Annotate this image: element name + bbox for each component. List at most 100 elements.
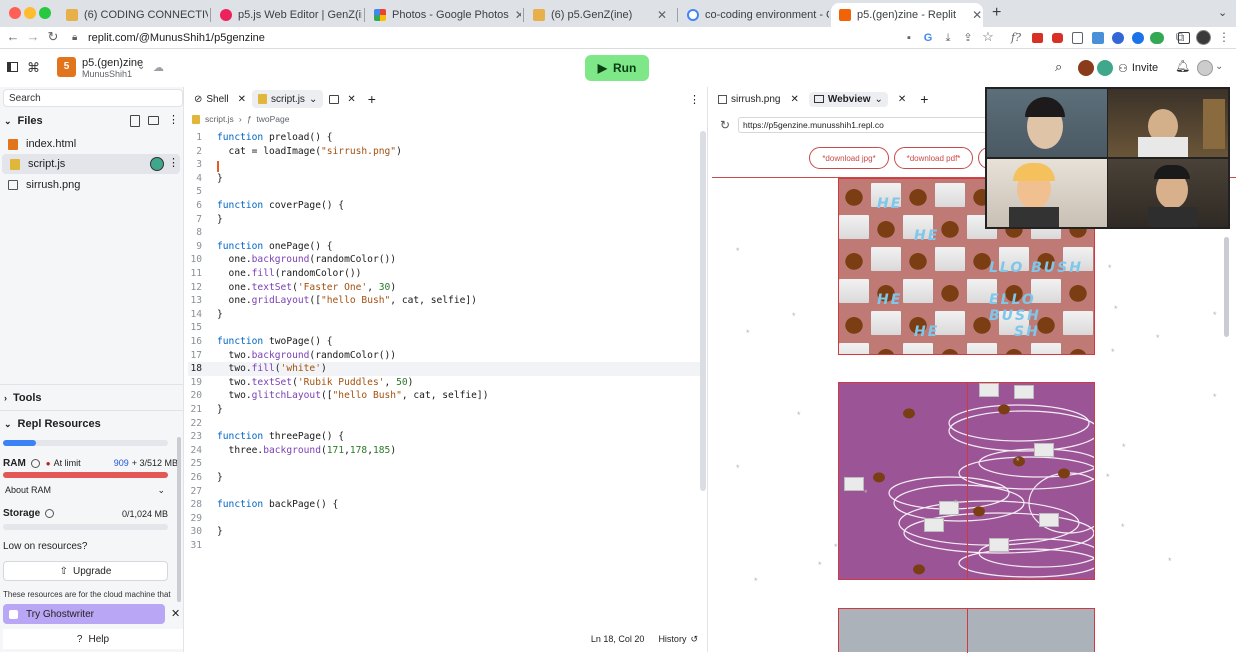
code-line[interactable]: 3: [188, 158, 700, 172]
ghostwriter-button[interactable]: Try Ghostwriter: [3, 604, 165, 624]
code-line[interactable]: 15: [188, 321, 700, 335]
new-tab-icon[interactable]: +: [920, 91, 928, 107]
extension-icon[interactable]: [1032, 33, 1043, 43]
chevron-down-icon[interactable]: ⌄: [137, 61, 145, 72]
bell-icon[interactable]: 🔔︎: [1175, 59, 1190, 73]
tab-sirrush-png[interactable]: sirrush.png ✕: [718, 94, 799, 105]
new-file-icon[interactable]: [130, 115, 140, 127]
code-line[interactable]: 7}: [188, 213, 700, 227]
close-window-icon[interactable]: [9, 7, 21, 19]
code-line[interactable]: 25: [188, 457, 700, 471]
search-icon[interactable]: ⌕: [1055, 59, 1062, 75]
circle-extension-icon[interactable]: [1132, 32, 1144, 44]
close-tab-icon[interactable]: ✕: [898, 94, 906, 105]
run-button[interactable]: ▶ Run: [585, 55, 649, 81]
forward-arrow-icon[interactable]: →: [26, 30, 40, 44]
new-tab-icon[interactable]: +: [368, 91, 376, 107]
code-line[interactable]: 23 function threePage() {: [188, 430, 700, 444]
replit-logo-icon[interactable]: ⌘: [27, 60, 40, 76]
editor-scrollbar[interactable]: [700, 131, 706, 491]
bookmark-star-icon[interactable]: ☆: [982, 30, 994, 44]
code-line[interactable]: 19 two.textSet('Rubik Puddles', 50): [188, 376, 700, 390]
chevron-down-icon[interactable]: ⌄: [1215, 61, 1223, 72]
profile-avatar[interactable]: [1196, 30, 1211, 45]
browser-tab[interactable]: (6) CODING CONNECTIVITY: A ✕: [58, 3, 208, 27]
new-tab-button[interactable]: +: [992, 4, 1001, 22]
participant-video[interactable]: [1108, 159, 1228, 227]
browser-tab-active[interactable]: p5.(gen)zine - Replit ✕: [831, 3, 983, 27]
sidebar-scrollbar[interactable]: [177, 437, 181, 602]
tab-list-chevron-icon[interactable]: ⌄: [1218, 6, 1227, 19]
code-line[interactable]: 8: [188, 226, 700, 240]
code-line[interactable]: 18 two.fill('white'): [188, 362, 700, 376]
download-jpg-button[interactable]: *download jpg*: [809, 147, 889, 169]
about-ram-toggle[interactable]: About RAM ⌄: [5, 485, 165, 496]
browser-tab[interactable]: p5.js Web Editor | GenZ(ine) - .. ✕: [212, 3, 362, 27]
code-line[interactable]: 10 one.background(randomColor()): [188, 253, 700, 267]
tab-webview[interactable]: Webview ⌄: [808, 91, 888, 107]
participant-video[interactable]: [987, 89, 1107, 157]
participant-video[interactable]: [987, 159, 1107, 227]
history-button[interactable]: History ↺: [658, 634, 698, 645]
account-avatar[interactable]: [1197, 60, 1213, 76]
code-line[interactable]: 2 cat = loadImage("sirrush.png"): [188, 145, 700, 159]
code-line[interactable]: 9 function onePage() {: [188, 240, 700, 254]
collaborator-avatar[interactable]: [1097, 60, 1113, 76]
close-tab-icon[interactable]: ✕: [657, 8, 667, 22]
code-line[interactable]: 5: [188, 185, 700, 199]
close-tab-icon[interactable]: ✕: [347, 94, 355, 105]
code-area[interactable]: 1 function preload() {2 cat = loadImage("…: [188, 131, 700, 551]
code-line[interactable]: 20 two.glitchLayout(["hello Bush", cat, …: [188, 389, 700, 403]
more-menu-icon[interactable]: ⋮: [1218, 30, 1230, 44]
share-icon[interactable]: ⇪: [962, 31, 974, 45]
browser-tab[interactable]: Photos - Google Photos ✕: [366, 3, 521, 27]
copy-extension-icon[interactable]: [1072, 32, 1083, 44]
reload-icon[interactable]: ↻: [720, 118, 730, 132]
sidebar-toggle-icon[interactable]: [7, 62, 18, 72]
url-field[interactable]: 🔒︎ replit.com/@MunusShih1/p5genzine: [70, 29, 890, 47]
youtube-extension-icon[interactable]: [1052, 33, 1063, 43]
help-button[interactable]: ? Help: [3, 629, 183, 649]
b-extension-icon[interactable]: [1112, 32, 1124, 44]
code-line[interactable]: 27: [188, 485, 700, 499]
formula-extension-icon[interactable]: f?: [1010, 31, 1022, 45]
code-line[interactable]: 6 function coverPage() {: [188, 199, 700, 213]
files-menu-icon[interactable]: ⋮: [168, 113, 179, 126]
code-line[interactable]: 28 function backPage() {: [188, 498, 700, 512]
close-tab-icon[interactable]: ✕: [515, 8, 521, 22]
repl-name[interactable]: p5.(gen)zine: [82, 57, 143, 69]
install-icon[interactable]: ⤓: [942, 31, 954, 45]
google-lens-icon[interactable]: G: [922, 31, 934, 45]
participant-video[interactable]: [1108, 89, 1228, 157]
split-view-icon[interactable]: [329, 94, 340, 104]
close-tab-icon[interactable]: ✕: [790, 94, 798, 105]
file-menu-icon[interactable]: ⋮: [168, 156, 179, 169]
sidebar-toggle-icon[interactable]: [1178, 32, 1190, 44]
breadcrumb-file[interactable]: script.js: [205, 114, 234, 124]
code-line[interactable]: 21}: [188, 403, 700, 417]
code-line[interactable]: 14}: [188, 308, 700, 322]
code-line[interactable]: 12 one.textSet('Faster One', 30): [188, 281, 700, 295]
close-tab-icon[interactable]: ✕: [238, 94, 246, 105]
code-line[interactable]: 30}: [188, 525, 700, 539]
webview-url-field[interactable]: https://p5genzine.munusshih1.repl.co: [738, 117, 988, 133]
close-icon[interactable]: ✕: [171, 607, 180, 620]
close-tab-icon[interactable]: ✕: [972, 8, 982, 22]
code-line[interactable]: 26}: [188, 471, 700, 485]
code-line[interactable]: 24 three.background(171,178,185): [188, 444, 700, 458]
user-avatar[interactable]: [1078, 60, 1094, 76]
browser-tab[interactable]: (6) p5.GenZ(ine) ✕: [525, 3, 675, 27]
code-line[interactable]: 1 function preload() {: [188, 131, 700, 145]
code-line[interactable]: 16 function twoPage() {: [188, 335, 700, 349]
camera-icon[interactable]: ▪: [903, 31, 915, 45]
code-line[interactable]: 22: [188, 417, 700, 431]
invite-button[interactable]: ⚇ Invite: [1118, 59, 1158, 77]
upgrade-button[interactable]: ⇧ Upgrade: [3, 561, 168, 581]
code-line[interactable]: 13 one.gridLayout(["hello Bush", cat, se…: [188, 294, 700, 308]
repl-owner[interactable]: MunusShih1: [82, 69, 132, 79]
minimize-window-icon[interactable]: [24, 7, 36, 19]
download-pdf-button[interactable]: *download pdf*: [894, 147, 973, 169]
info-icon[interactable]: [45, 509, 55, 518]
file-item[interactable]: index.html: [0, 134, 184, 154]
file-item[interactable]: sirrush.png: [0, 175, 184, 195]
